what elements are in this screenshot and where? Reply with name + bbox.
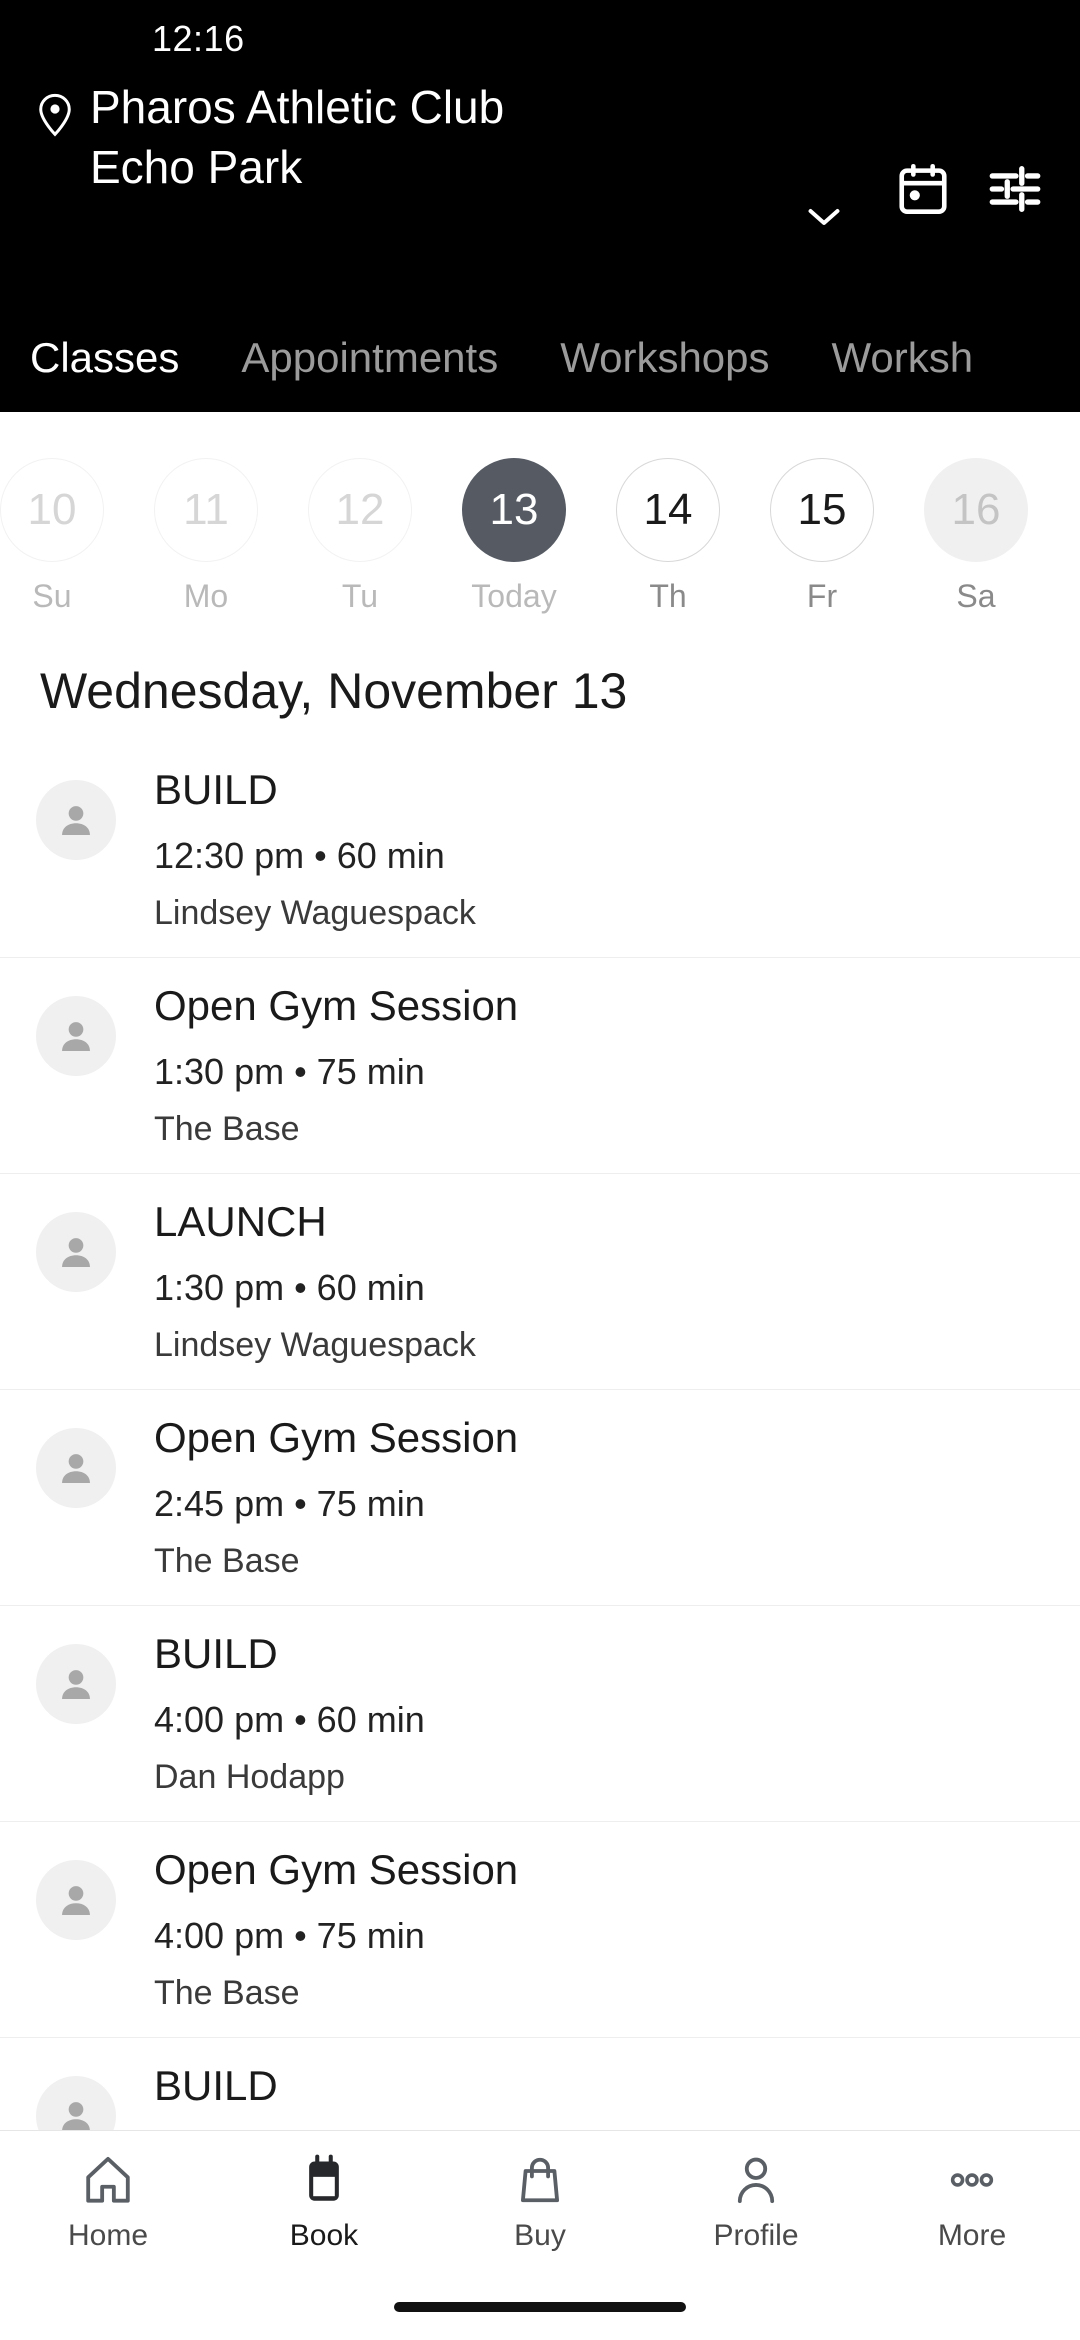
date-weekday: Mo	[183, 578, 229, 614]
class-time: 1:30 pm • 60 min	[154, 1266, 425, 1308]
bottom-navigation: Home Book Buy Profile More	[0, 2130, 1080, 2340]
nav-label-more: More	[937, 2219, 1007, 2252]
schedule-scroll-area[interactable]: Wednesday, November 13 BUILD 12:30 pm • …	[0, 648, 1080, 2130]
shopping-bag-icon	[513, 2153, 567, 2207]
nav-item-book[interactable]: Book	[216, 2153, 432, 2253]
date-number: 13	[462, 458, 566, 562]
class-time: 1:30 pm • 75 min	[154, 1050, 425, 1092]
date-cell-15[interactable]: 15 Fr	[770, 458, 874, 615]
date-number: 10	[0, 458, 104, 562]
date-strip: 10 Su 11 Mo 12 Tu 13 Today 14 Th 15 Fr 1…	[0, 412, 1080, 648]
filter-sliders-icon[interactable]	[986, 160, 1044, 218]
club-name: Pharos Athletic Club	[90, 81, 505, 133]
tab-appointments[interactable]: Appointments	[241, 334, 498, 382]
nav-label-buy: Buy	[514, 2219, 566, 2252]
tab-workshops[interactable]: Workshops	[560, 334, 769, 382]
person-placeholder-icon	[36, 1428, 116, 1508]
class-title: BUILD	[154, 2062, 278, 2109]
class-list-item[interactable]: Open Gym Session 2:45 pm • 75 min The Ba…	[0, 1390, 1080, 1606]
class-instructor: Dan Hodapp	[154, 1757, 345, 1796]
date-weekday: Su	[32, 578, 72, 614]
date-weekday: Tu	[341, 578, 379, 614]
calendar-icon[interactable]	[894, 160, 952, 218]
chevron-down-icon[interactable]	[806, 206, 842, 228]
class-time: 12:30 pm • 60 min	[154, 834, 445, 876]
nav-item-home[interactable]: Home	[0, 2153, 216, 2253]
status-bar: 12:16	[0, 0, 1080, 78]
person-placeholder-icon	[36, 780, 116, 860]
selected-date-heading: Wednesday, November 13	[40, 663, 628, 719]
tab-classes[interactable]: Classes	[30, 334, 179, 382]
class-instructor: Lindsey Waguespack	[154, 893, 476, 932]
class-time: 2:45 pm • 75 min	[154, 1482, 425, 1524]
date-cell-16[interactable]: 16 Sa	[924, 458, 1028, 615]
nav-label-book: Book	[289, 2219, 359, 2252]
home-indicator	[394, 2302, 686, 2312]
app-screen: 12:16 Pharos Athletic Club Echo Park Cla…	[0, 0, 1080, 2340]
class-list-item[interactable]: Open Gym Session 1:30 pm • 75 min The Ba…	[0, 958, 1080, 1174]
date-number: 12	[308, 458, 412, 562]
person-icon	[729, 2153, 783, 2207]
class-list-item-partial[interactable]: BUILD	[0, 2038, 1080, 2130]
class-instructor: Lindsey Waguespack	[154, 1325, 476, 1364]
date-cell-11[interactable]: 11 Mo	[154, 458, 258, 615]
class-instructor: The Base	[154, 1973, 300, 2012]
person-placeholder-icon	[36, 996, 116, 1076]
class-title: LAUNCH	[154, 1198, 327, 1245]
class-list-item[interactable]: BUILD 12:30 pm • 60 min Lindsey Waguespa…	[0, 742, 1080, 958]
class-list-item[interactable]: Open Gym Session 4:00 pm • 75 min The Ba…	[0, 1822, 1080, 2038]
class-title: Open Gym Session	[154, 1846, 519, 1893]
category-tabs: Classes Appointments Workshops Worksh	[0, 304, 1080, 412]
date-weekday: Sa	[956, 578, 996, 614]
nav-label-profile: Profile	[713, 2219, 799, 2252]
class-title: BUILD	[154, 1630, 278, 1677]
nav-label-home: Home	[67, 2219, 149, 2252]
class-list-item[interactable]: BUILD 4:00 pm • 60 min Dan Hodapp	[0, 1606, 1080, 1822]
header-actions	[894, 160, 1044, 218]
date-number: 11	[154, 458, 258, 562]
class-title: Open Gym Session	[154, 1414, 519, 1461]
nav-item-buy[interactable]: Buy	[432, 2153, 648, 2253]
class-list-item[interactable]: LAUNCH 1:30 pm • 60 min Lindsey Waguespa…	[0, 1174, 1080, 1390]
person-placeholder-icon	[36, 1212, 116, 1292]
date-cell-12[interactable]: 12 Tu	[308, 458, 412, 615]
person-placeholder-icon	[36, 2076, 116, 2130]
date-cell-13-selected[interactable]: 13 Today	[462, 458, 566, 615]
class-instructor: The Base	[154, 1109, 300, 1148]
class-time: 4:00 pm • 75 min	[154, 1914, 425, 1956]
nav-item-more[interactable]: More	[864, 2153, 1080, 2253]
location-pin-icon	[36, 92, 74, 138]
app-header: 12:16 Pharos Athletic Club Echo Park Cla…	[0, 0, 1080, 412]
nav-item-profile[interactable]: Profile	[648, 2153, 864, 2253]
class-title: Open Gym Session	[154, 982, 519, 1029]
date-cell-14[interactable]: 14 Th	[616, 458, 720, 615]
date-number: 15	[770, 458, 874, 562]
tab-workshops-overflow[interactable]: Worksh	[832, 334, 974, 382]
class-title: BUILD	[154, 766, 278, 813]
ellipsis-icon	[945, 2153, 999, 2207]
person-placeholder-icon	[36, 1644, 116, 1724]
date-number: 14	[616, 458, 720, 562]
date-number: 16	[924, 458, 1028, 562]
date-cell-10[interactable]: 10 Su	[0, 458, 104, 615]
date-weekday: Today	[471, 578, 557, 614]
date-weekday: Th	[649, 578, 687, 614]
class-list: BUILD 12:30 pm • 60 min Lindsey Waguespa…	[0, 742, 1080, 2130]
home-icon	[81, 2153, 135, 2207]
person-placeholder-icon	[36, 1860, 116, 1940]
class-time: 4:00 pm • 60 min	[154, 1698, 425, 1740]
class-instructor: The Base	[154, 1541, 300, 1580]
date-weekday: Fr	[806, 578, 838, 614]
status-bar-clock: 12:16	[152, 18, 245, 59]
calendar-filled-icon	[297, 2153, 351, 2207]
